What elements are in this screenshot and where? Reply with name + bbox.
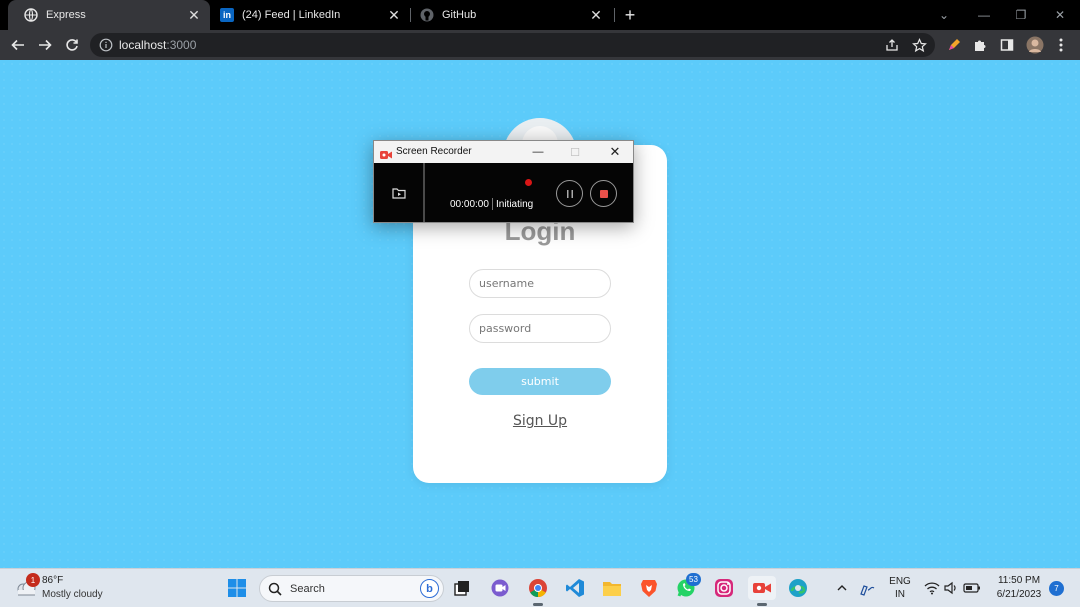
- minimize-icon[interactable]: —: [966, 0, 1002, 30]
- recorder-close-icon[interactable]: ✕: [597, 141, 633, 163]
- pen-input-icon[interactable]: [856, 576, 880, 600]
- pen-extension-icon[interactable]: [944, 35, 964, 55]
- video-camera-icon: [380, 147, 392, 159]
- bookmark-star-icon[interactable]: [911, 37, 927, 53]
- recorder-active-indicator: [757, 603, 767, 606]
- folder-play-icon[interactable]: [391, 185, 407, 201]
- notification-badge[interactable]: 7: [1049, 581, 1064, 596]
- new-tab-button[interactable]: +: [620, 5, 640, 25]
- stop-button[interactable]: [590, 180, 617, 207]
- recording-dot-icon: [525, 179, 532, 186]
- recorder-elapsed: 00:00:00: [450, 199, 489, 210]
- globe-icon: [24, 8, 38, 22]
- vscode-icon[interactable]: [563, 576, 587, 600]
- task-view-icon[interactable]: [450, 576, 474, 600]
- username-input[interactable]: [469, 269, 611, 298]
- side-panel-icon[interactable]: [997, 35, 1017, 55]
- bing-icon[interactable]: b: [420, 579, 439, 598]
- site-info-icon[interactable]: [99, 38, 113, 52]
- recorder-status: Initiating: [496, 199, 534, 210]
- tab-search-icon[interactable]: ⌄: [926, 0, 962, 30]
- restore-icon[interactable]: ❐: [1003, 0, 1039, 30]
- reload-icon[interactable]: [62, 35, 82, 55]
- close-tab-icon[interactable]: ✕: [386, 7, 402, 23]
- tab-title: Express: [46, 9, 86, 21]
- forward-arrow-icon[interactable]: [35, 35, 55, 55]
- url-host: localhost: [119, 38, 167, 52]
- teams-chat-icon[interactable]: [488, 576, 512, 600]
- sign-up-label[interactable]: Sign Up: [513, 413, 567, 429]
- weather-temperature[interactable]: 86°F: [42, 575, 63, 586]
- pause-icon: [566, 189, 573, 198]
- language-code[interactable]: ENG: [886, 576, 914, 587]
- battery-icon[interactable]: [960, 576, 984, 600]
- chrome-active-indicator: [533, 603, 543, 606]
- stop-icon: [599, 189, 608, 198]
- tab-title: GitHub: [442, 9, 477, 21]
- share-icon[interactable]: [884, 37, 900, 53]
- language-region[interactable]: IN: [886, 589, 914, 600]
- whatsapp-badge: 53: [686, 573, 701, 586]
- menu-dots-icon[interactable]: [1051, 35, 1071, 55]
- tab-title: (24) Feed | LinkedIn: [242, 9, 341, 21]
- recorder-divider: [423, 163, 425, 222]
- instagram-icon[interactable]: [712, 576, 736, 600]
- search-label: Search: [290, 583, 325, 595]
- linkedin-icon: in: [220, 8, 234, 22]
- close-tab-icon[interactable]: ✕: [186, 7, 202, 23]
- tab-github[interactable]: GitHub ✕: [412, 0, 612, 30]
- chrome-icon[interactable]: [526, 576, 550, 600]
- back-arrow-icon[interactable]: [8, 35, 28, 55]
- recorder-maximize-icon[interactable]: ☐: [557, 141, 593, 163]
- tab-express[interactable]: Express ✕: [8, 0, 210, 30]
- extensions-puzzle-icon[interactable]: [970, 35, 990, 55]
- weather-badge: 1: [26, 573, 40, 587]
- password-input[interactable]: [469, 314, 611, 343]
- screen-recorder-window: Screen Recorder — ☐ ✕ 00:00:00 Initiatin…: [373, 140, 634, 223]
- url-text: localhost:3000: [119, 38, 196, 52]
- recorder-body: 00:00:00 Initiating: [374, 163, 633, 222]
- pause-button[interactable]: [556, 180, 583, 207]
- close-window-icon[interactable]: ✕: [1042, 0, 1078, 30]
- clock-date[interactable]: 6/21/2023: [990, 589, 1048, 600]
- address-bar[interactable]: localhost:3000: [90, 33, 935, 57]
- screen-recorder-taskbar-icon[interactable]: [748, 576, 776, 600]
- search-icon: [268, 582, 282, 596]
- url-port: :3000: [166, 38, 197, 52]
- github-icon: [420, 8, 434, 22]
- recorder-minimize-icon[interactable]: —: [520, 141, 556, 163]
- tab-strip: Express ✕ in (24) Feed | LinkedIn ✕ GitH…: [0, 0, 1080, 30]
- weather-condition[interactable]: Mostly cloudy: [42, 589, 103, 600]
- recorder-title: Screen Recorder: [396, 146, 472, 157]
- browser-toolbar: localhost:3000: [0, 30, 1080, 60]
- recorder-separator: [492, 198, 493, 210]
- windows-taskbar: 1 86°F Mostly cloudy Search b 53 ENG IN …: [0, 568, 1080, 607]
- edge-icon[interactable]: [786, 576, 810, 600]
- recorder-titlebar[interactable]: Screen Recorder — ☐ ✕: [374, 141, 633, 163]
- tab-separator: [614, 8, 615, 22]
- sign-up-link[interactable]: Sign Up: [0, 413, 1080, 429]
- tab-separator: [410, 8, 411, 22]
- tab-linkedin[interactable]: in (24) Feed | LinkedIn ✕: [212, 0, 410, 30]
- brave-browser-icon[interactable]: [637, 576, 661, 600]
- file-explorer-icon[interactable]: [600, 576, 624, 600]
- clock-time[interactable]: 11:50 PM: [990, 575, 1048, 586]
- taskbar-search[interactable]: Search b: [259, 575, 444, 602]
- profile-avatar-icon[interactable]: [1025, 35, 1045, 55]
- close-tab-icon[interactable]: ✕: [588, 7, 604, 23]
- submit-button[interactable]: submit: [469, 368, 611, 395]
- windows-start-icon[interactable]: [225, 576, 249, 600]
- chevron-up-icon[interactable]: [830, 576, 854, 600]
